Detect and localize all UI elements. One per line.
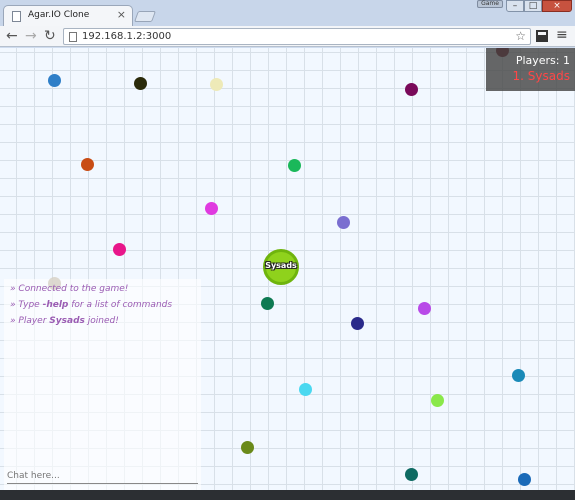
leaderboard-entry: 1. Sysads: [512, 69, 570, 83]
food-pellet: [210, 78, 223, 91]
chat-panel: » Connected to the game! » Type -help fo…: [4, 277, 201, 490]
player-name-label: Sysads: [265, 261, 297, 270]
chat-message-suffix: for a list of commands: [68, 300, 173, 310]
food-pellet: [351, 317, 364, 330]
tab-close-icon[interactable]: ×: [117, 8, 126, 21]
chat-message-prefix: » Player: [10, 316, 50, 326]
forward-arrow-icon[interactable]: →: [25, 28, 37, 44]
chat-message-player: Sysads: [49, 316, 85, 326]
reload-icon[interactable]: ↻: [44, 28, 56, 44]
food-pellet: [405, 83, 418, 96]
title-bar: Agar.IO Clone × Game – □ ×: [0, 0, 575, 27]
game-canvas[interactable]: Sysads Players: 1 1. Sysads » Connected …: [0, 48, 575, 490]
page-favicon-icon: [12, 11, 21, 22]
food-pellet: [518, 473, 531, 486]
page-icon: [69, 32, 77, 42]
browser-window: Agar.IO Clone × Game – □ × ← → ↻ 192.168…: [0, 0, 575, 500]
url-text[interactable]: 192.168.1.2:3000: [82, 31, 171, 42]
food-pellet: [299, 383, 312, 396]
food-pellet: [418, 302, 431, 315]
food-pellet: [261, 297, 274, 310]
address-bar[interactable]: 192.168.1.2:3000 ☆: [63, 28, 531, 45]
food-pellet: [241, 441, 254, 454]
minimize-button[interactable]: –: [506, 0, 524, 12]
tab-title: Agar.IO Clone: [28, 10, 90, 20]
chat-message-command: -help: [42, 300, 69, 310]
maximize-button[interactable]: □: [524, 0, 542, 12]
chat-message-suffix: joined!: [84, 316, 119, 326]
new-tab-button[interactable]: [133, 11, 157, 22]
chat-input[interactable]: [7, 468, 198, 484]
food-pellet: [288, 159, 301, 172]
chat-message: » Connected to the game!: [10, 284, 128, 294]
food-pellet: [431, 394, 444, 407]
chat-message-text: Connected to the game!: [18, 284, 129, 294]
extension-icon[interactable]: [536, 30, 548, 42]
chat-message: » Player Sysads joined!: [10, 316, 119, 326]
food-pellet: [205, 202, 218, 215]
user-profile-badge[interactable]: Game: [477, 0, 503, 8]
food-pellet: [405, 468, 418, 481]
food-pellet: [48, 74, 61, 87]
food-pellet: [512, 369, 525, 382]
bottom-bar: [0, 490, 575, 500]
leaderboard-title: Players: 1: [515, 54, 570, 67]
back-arrow-icon[interactable]: ←: [6, 28, 18, 44]
leaderboard: Players: 1 1. Sysads: [486, 48, 575, 91]
menu-icon[interactable]: ≡: [556, 27, 568, 43]
browser-toolbar: ← → ↻ 192.168.1.2:3000 ☆ ≡: [0, 26, 575, 47]
bookmark-star-icon[interactable]: ☆: [515, 29, 526, 43]
food-pellet: [113, 243, 126, 256]
chat-message-prefix: » Type: [10, 300, 43, 310]
food-pellet: [337, 216, 350, 229]
chat-message: » Type -help for a list of commands: [10, 300, 172, 310]
close-window-button[interactable]: ×: [542, 0, 572, 12]
food-pellet: [134, 77, 147, 90]
player-cell[interactable]: Sysads: [263, 249, 299, 285]
browser-tab[interactable]: Agar.IO Clone ×: [3, 5, 133, 27]
food-pellet: [81, 158, 94, 171]
